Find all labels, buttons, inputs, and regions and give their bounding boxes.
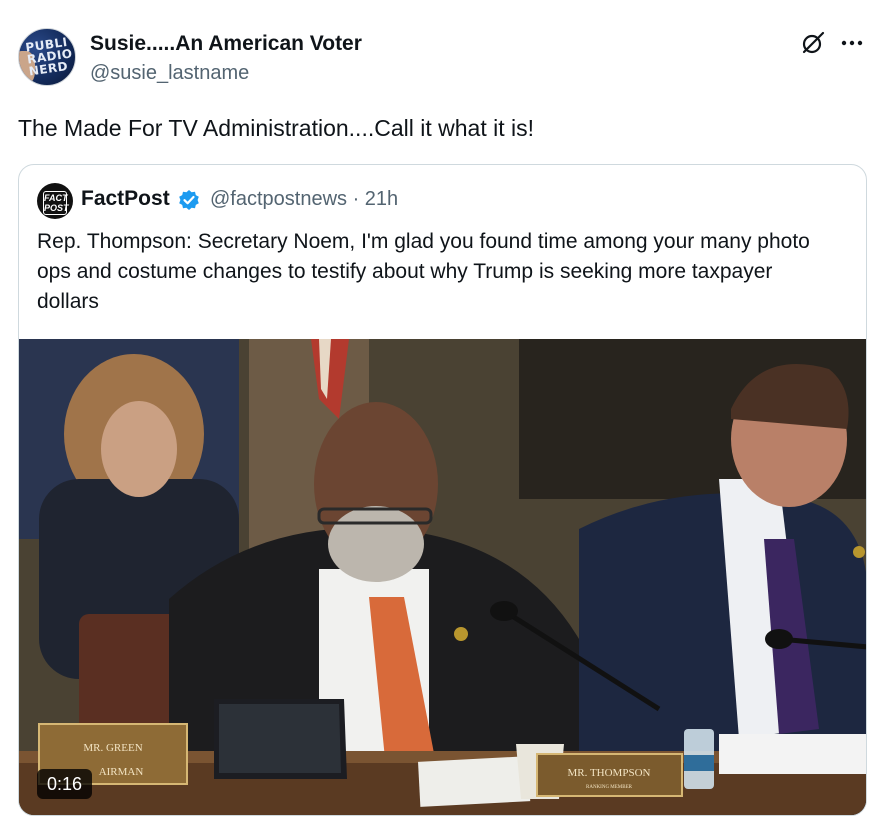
- video-player[interactable]: MR. GREEN AIRMAN MR. THOMPSON RANKING ME…: [19, 339, 866, 815]
- nameplate-thompson-line2: RANKING MEMBER: [586, 785, 633, 790]
- video-duration-badge: 0:16: [37, 769, 93, 799]
- grok-icon[interactable]: [800, 30, 826, 56]
- post-card: PUBLI RADIO NERD Susie.....An American V…: [0, 0, 890, 840]
- quoted-post-text: Rep. Thompson: Secretary Noem, I'm glad …: [37, 230, 810, 313]
- quoted-post[interactable]: FACT POST FactPost @factpostnews · 21h R…: [18, 164, 867, 816]
- avatar-logo-text: PUBLI RADIO NERD: [24, 34, 74, 79]
- post-text: The Made For TV Administration....Call i…: [18, 115, 534, 141]
- video-frame: MR. GREEN AIRMAN MR. THOMPSON RANKING ME…: [19, 339, 866, 815]
- quoted-author-avatar[interactable]: FACT POST: [37, 183, 73, 219]
- author-handle[interactable]: @susie_lastname: [90, 62, 249, 85]
- nameplate-green-line2: AIRMAN: [99, 766, 144, 778]
- nameplate-thompson-line1: MR. THOMPSON: [568, 767, 651, 779]
- author-avatar[interactable]: PUBLI RADIO NERD: [18, 28, 76, 86]
- factpost-logo: FACT POST: [43, 191, 69, 215]
- more-options-icon[interactable]: [839, 30, 865, 56]
- quoted-author-handle[interactable]: @factpostnews · 21h: [210, 188, 398, 211]
- quoted-author-name[interactable]: FactPost: [81, 187, 170, 211]
- author-name[interactable]: Susie.....An American Voter: [90, 32, 362, 56]
- verified-badge-icon: [179, 190, 199, 210]
- nameplate-green-line1: MR. GREEN: [83, 742, 142, 754]
